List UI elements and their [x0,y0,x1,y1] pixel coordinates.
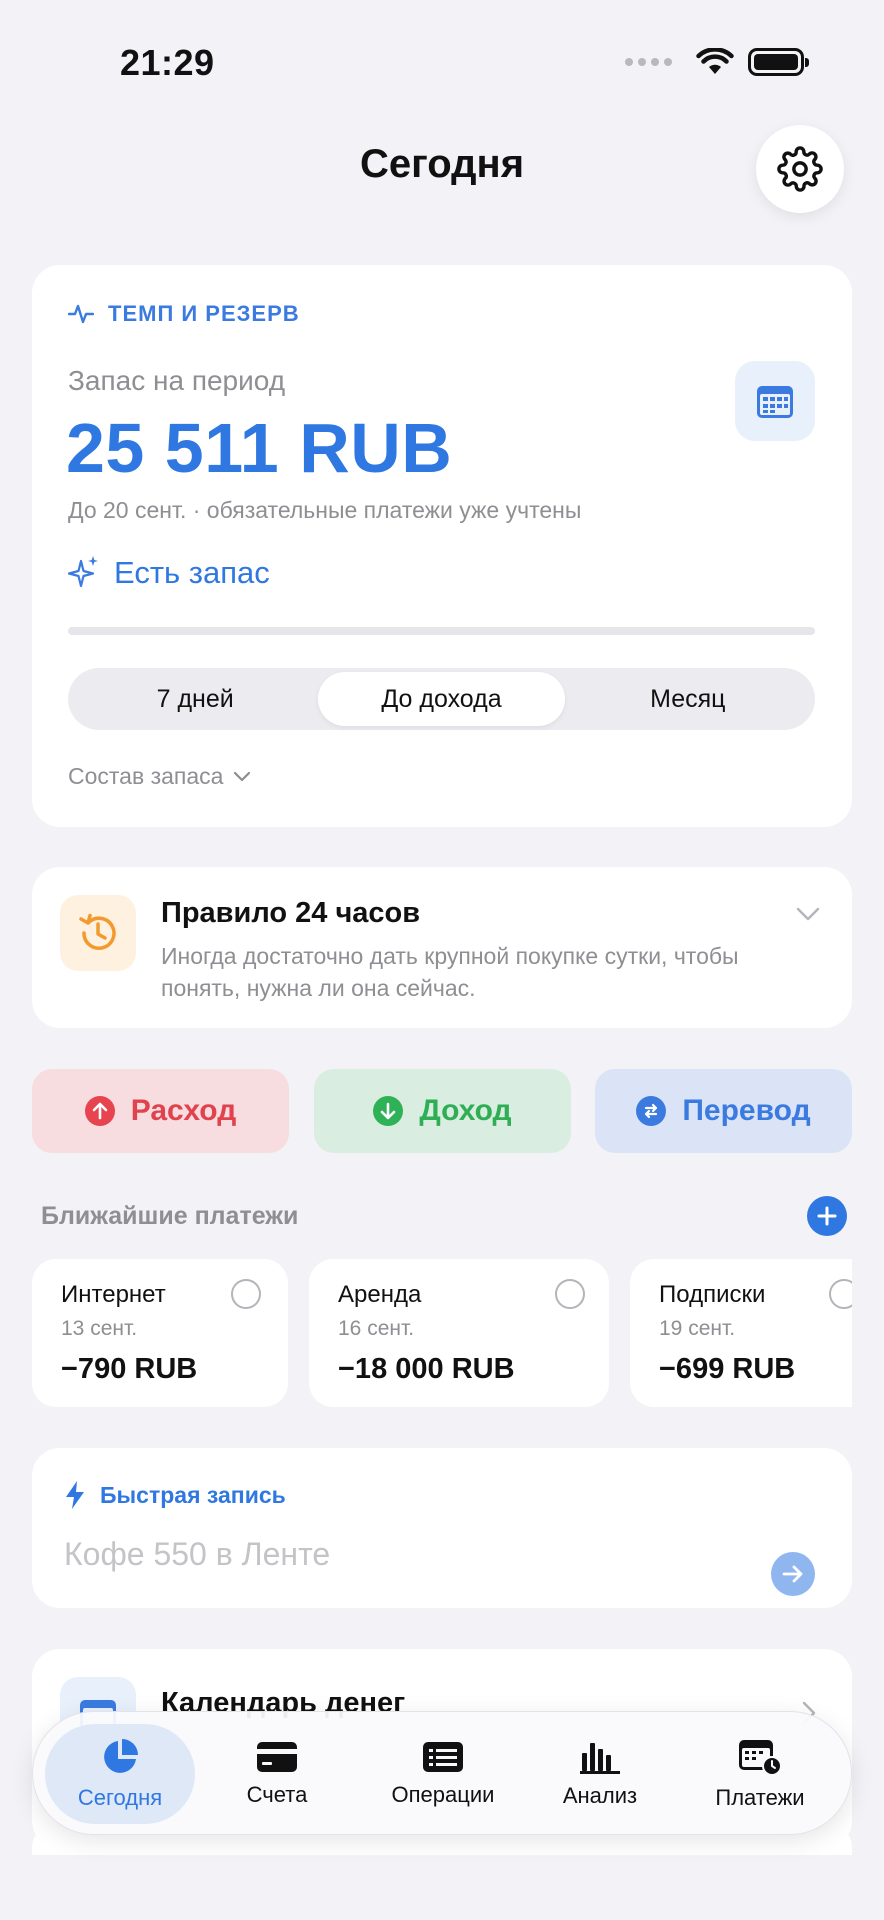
payment-amount: −699 RUB [659,1353,796,1385]
income-button[interactable]: Доход [314,1069,571,1153]
rule-title: Правило 24 часов [161,897,421,929]
quick-entry-input[interactable] [64,1536,744,1573]
reserve-label: Запас на период [68,365,286,396]
reserve-amount: 25 511 RUB [66,409,453,487]
period-7-days[interactable]: 7 дней [72,672,318,726]
tab-payments[interactable]: Платежи [685,1724,835,1824]
lightning-icon [66,1481,84,1509]
tab-label: Платежи [715,1785,805,1810]
payment-checkbox[interactable] [829,1279,852,1309]
list-icon [423,1742,463,1772]
period-selector[interactable]: 7 дней До дохода Месяц [68,668,815,730]
reserve-tag-label: ТЕМП И РЕЗЕРВ [108,301,300,326]
tab-label: Операции [391,1782,495,1807]
rule-card[interactable]: Правило 24 часов Иногда достаточно дать … [32,867,852,1028]
payment-checkbox[interactable] [231,1279,261,1309]
payment-date: 16 сент. [338,1317,415,1340]
arrow-down-circle-icon [373,1096,404,1126]
wifi-icon [696,48,734,74]
reserve-tag: ТЕМП И РЕЗЕРВ [68,301,300,327]
reserve-card: ТЕМП И РЕЗЕРВ Запас на период 25 511 RUB… [32,265,852,827]
quick-entry-title: Быстрая запись [64,1480,286,1510]
payment-date: 19 сент. [659,1317,736,1340]
payment-name: Аренда [338,1281,422,1308]
quick-entry-card: Быстрая запись [32,1448,852,1608]
page-title: Сегодня [359,142,525,186]
history-icon [60,895,136,971]
tab-analysis[interactable]: Анализ [525,1724,675,1824]
payment-date: 13 сент. [61,1317,138,1340]
battery-icon [748,48,809,76]
signal-icon [625,58,672,66]
quick-entry-label: Быстрая запись [100,1481,286,1508]
card-icon [257,1742,297,1772]
chevron-down-icon[interactable] [796,907,820,921]
settings-button[interactable] [756,125,844,213]
sparkles-icon [68,556,98,588]
payment-amount: −18 000 RUB [338,1353,515,1385]
period-month[interactable]: Месяц [565,672,811,726]
transfer-button[interactable]: Перевод [595,1069,852,1153]
plus-icon [817,1206,837,1226]
bar-chart-icon [580,1743,620,1774]
payment-checkbox[interactable] [555,1279,585,1309]
payment-name: Интернет [61,1281,166,1308]
tab-label: Сегодня [77,1785,163,1810]
payment-card[interactable]: Интернет 13 сент. −790 RUB [32,1259,288,1407]
payment-card[interactable]: Подписки 19 сент. −699 RUB [630,1259,852,1407]
upcoming-payments-title: Ближайшие платежи [41,1202,299,1230]
arrow-up-circle-icon [84,1096,115,1126]
pie-chart-icon [104,1739,138,1773]
reserve-status-label: Есть запас [114,555,270,590]
tab-operations[interactable]: Операции [368,1724,518,1824]
breakdown-label: Состав запаса [68,763,224,789]
expense-button[interactable]: Расход [32,1069,289,1153]
status-time: 21:29 [120,42,215,83]
tab-bar: Сегодня Счета Операции Анализ Платежи [32,1711,852,1835]
calendar-button[interactable] [735,361,815,441]
reserve-progress [68,627,815,635]
arrow-right-icon [782,1565,803,1583]
tab-today[interactable]: Сегодня [45,1724,195,1824]
reserve-note: До 20 сент. · обязательные платежи уже у… [68,497,582,523]
period-until-income[interactable]: До дохода [318,672,565,726]
payment-name: Подписки [659,1281,766,1308]
payments-carousel[interactable]: Интернет 13 сент. −790 RUB Аренда 16 сен… [32,1259,852,1407]
calendar-clock-icon [739,1740,782,1776]
income-label: Доход [419,1094,512,1127]
tab-accounts[interactable]: Счета [202,1724,352,1824]
chevron-down-icon [234,771,251,781]
tab-label: Анализ [562,1783,638,1808]
gear-icon [777,146,823,192]
calendar-icon [757,386,793,418]
pulse-icon [68,304,94,324]
reserve-breakdown-toggle[interactable]: Состав запаса [68,763,251,790]
reserve-status: Есть запас [68,555,270,591]
quick-entry-send-button[interactable] [771,1552,815,1596]
status-icons [625,48,809,76]
payment-card[interactable]: Аренда 16 сент. −18 000 RUB [309,1259,609,1407]
transfer-icon [636,1096,667,1126]
tab-label: Счета [246,1782,308,1807]
transfer-label: Перевод [682,1094,811,1127]
rule-text: Иногда достаточно дать крупной покупке с… [161,943,739,1001]
add-payment-button[interactable] [807,1196,847,1236]
payment-amount: −790 RUB [61,1353,198,1385]
expense-label: Расход [130,1094,237,1127]
